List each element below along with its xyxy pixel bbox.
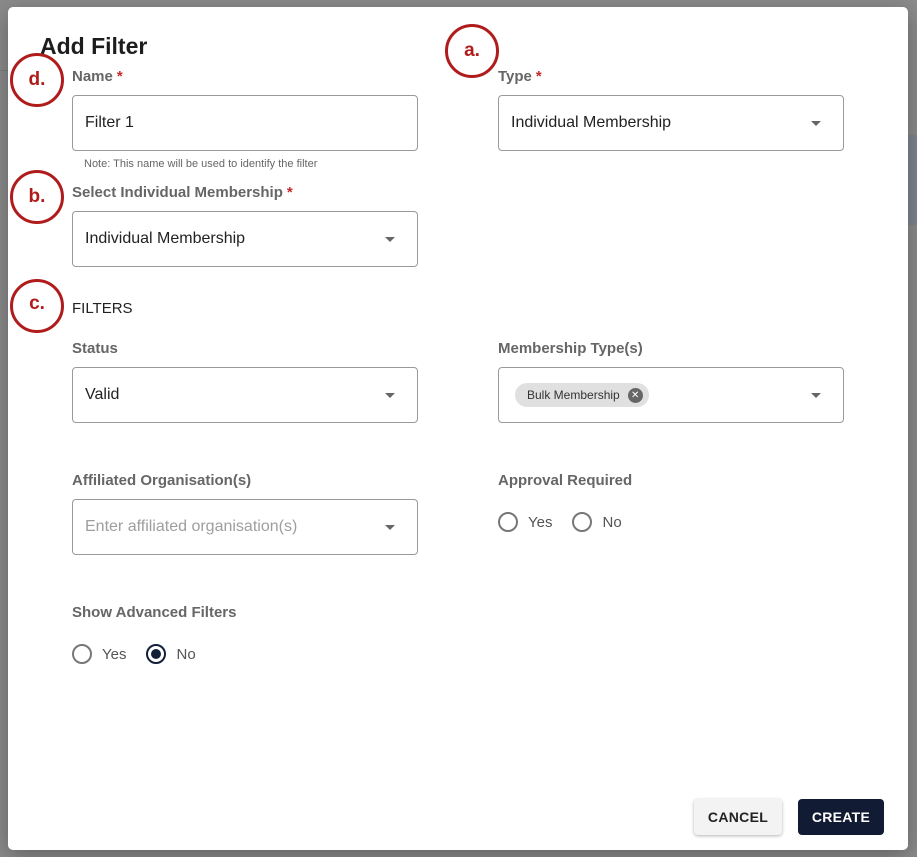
advanced-yes-radio[interactable]: Yes xyxy=(72,644,126,664)
membership-types-select[interactable]: Bulk Membership ✕ xyxy=(498,367,844,423)
select-membership-select[interactable]: Individual Membership xyxy=(72,211,418,267)
radio-unchecked-icon xyxy=(72,644,92,664)
status-select[interactable]: Valid xyxy=(72,367,418,423)
required-marker: * xyxy=(286,184,293,201)
dropdown-caret-icon xyxy=(385,524,395,530)
background-panel xyxy=(908,135,917,225)
status-value: Valid xyxy=(85,386,120,403)
select-membership-label-text: Select Individual Membership xyxy=(72,184,283,201)
chip-label: Bulk Membership xyxy=(527,388,620,402)
advanced-label: Show Advanced Filters xyxy=(72,604,237,621)
dropdown-caret-icon xyxy=(385,236,395,242)
radio-label: No xyxy=(602,513,622,531)
type-label: Type * xyxy=(498,68,542,85)
radio-checked-icon xyxy=(146,644,167,664)
membership-types-label: Membership Type(s) xyxy=(498,340,643,357)
type-select[interactable]: Individual Membership xyxy=(498,95,844,151)
required-marker: * xyxy=(535,68,542,85)
approval-no-radio[interactable]: No xyxy=(572,512,622,532)
create-button[interactable]: CREATE xyxy=(798,799,884,835)
chip-remove-icon[interactable]: ✕ xyxy=(627,387,643,403)
radio-label: Yes xyxy=(102,645,127,663)
membership-type-chip: Bulk Membership ✕ xyxy=(515,383,649,407)
affiliated-label: Affiliated Organisation(s) xyxy=(72,472,252,489)
name-input-value: Filter 1 xyxy=(85,114,134,131)
add-filter-dialog: Add Filter Name * Filter 1 Note: This nam… xyxy=(8,7,908,850)
name-label-text: Name xyxy=(72,68,113,85)
approval-label: Approval Required xyxy=(498,472,633,489)
radio-label: Yes xyxy=(528,513,553,531)
dropdown-caret-icon xyxy=(811,392,821,398)
filters-heading: FILTERS xyxy=(72,300,133,317)
radio-unchecked-icon xyxy=(498,512,518,532)
annotation-c: c. xyxy=(10,279,64,333)
dropdown-caret-icon xyxy=(385,392,395,398)
annotation-d: d. xyxy=(10,53,64,107)
status-label: Status xyxy=(72,340,118,357)
advanced-no-radio[interactable]: No xyxy=(146,644,196,664)
type-label-text: Type xyxy=(498,68,532,85)
select-membership-value: Individual Membership xyxy=(85,230,246,247)
radio-unchecked-icon xyxy=(572,512,593,532)
dropdown-caret-icon xyxy=(811,120,821,126)
name-input[interactable]: Filter 1 xyxy=(72,95,418,151)
approval-radio-group: Yes No xyxy=(498,512,622,532)
name-note: Note: This name will be used to identify… xyxy=(84,158,318,170)
name-label: Name * xyxy=(72,68,123,85)
affiliated-input[interactable]: Enter affiliated organisation(s) xyxy=(72,499,418,555)
background-divider xyxy=(0,70,8,71)
type-select-value: Individual Membership xyxy=(511,114,672,131)
radio-label: No xyxy=(176,645,196,663)
required-marker: * xyxy=(116,68,123,85)
dialog-title: Add Filter xyxy=(40,33,148,59)
affiliated-placeholder: Enter affiliated organisation(s) xyxy=(85,518,298,535)
advanced-radio-group: Yes No xyxy=(72,644,196,664)
annotation-b: b. xyxy=(10,170,64,224)
select-membership-label: Select Individual Membership * xyxy=(72,184,293,201)
approval-yes-radio[interactable]: Yes xyxy=(498,512,552,532)
annotation-a: a. xyxy=(445,24,499,78)
cancel-button[interactable]: CANCEL xyxy=(694,799,782,835)
